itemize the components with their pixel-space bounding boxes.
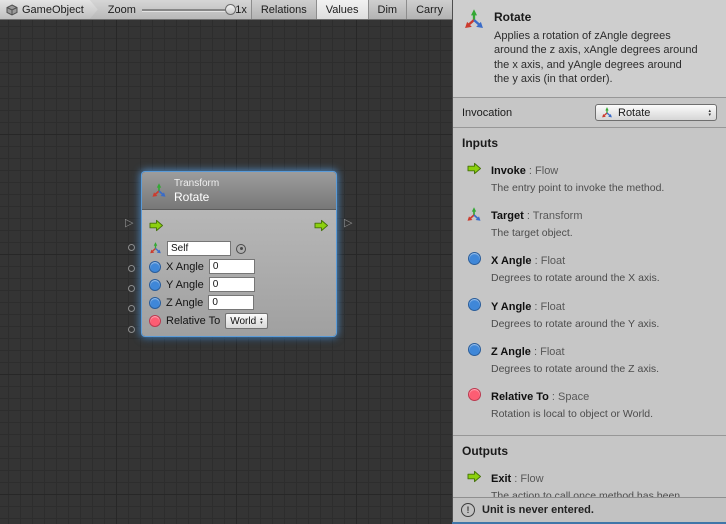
- dropdown-arrows-icon: ▴▾: [260, 317, 263, 325]
- entry-description: The entry point to invoke the method.: [491, 182, 664, 195]
- zoom-slider[interactable]: [140, 0, 231, 19]
- node-body: X Angle Y Angle Z Angle Relative To: [142, 210, 336, 336]
- transform-icon: [463, 9, 485, 31]
- warning-bar: ! Unit is never entered.: [453, 497, 726, 522]
- target-field[interactable]: [167, 241, 231, 256]
- entry-type: Float: [540, 346, 564, 358]
- graph-canvas[interactable]: ▷ ▷ Transform Rotate: [0, 20, 452, 524]
- y-angle-field[interactable]: [209, 277, 255, 292]
- relative-to-label: Relative To: [166, 315, 220, 327]
- invocation-dropdown[interactable]: Rotate ▴▾: [595, 104, 717, 121]
- z-angle-port-icon[interactable]: [149, 297, 161, 309]
- z-angle-label: Z Angle: [166, 297, 203, 309]
- invocation-value: Rotate: [618, 107, 703, 119]
- relative-to-port-icon[interactable]: [149, 315, 161, 327]
- x-angle-port-icon[interactable]: [149, 261, 161, 273]
- entry-description: Degrees to rotate around the Z axis.: [491, 363, 659, 376]
- node-subtitle: Rotate: [174, 190, 219, 204]
- input-entry-target: Target : Transform The target object.: [453, 201, 726, 246]
- entry-type: Space: [558, 391, 589, 403]
- zoom-slider-knob[interactable]: [225, 4, 236, 15]
- input-entry-relative-to: Relative To : Space Rotation is local to…: [453, 382, 726, 427]
- entry-name: Target: [491, 210, 524, 222]
- entry-description: The target object.: [491, 227, 583, 240]
- carry-button[interactable]: Carry: [406, 0, 452, 19]
- outputs-header: Outputs: [453, 435, 726, 464]
- input-entry-x-angle: X Angle : Float Degrees to rotate around…: [453, 246, 726, 291]
- space-port-icon: [468, 388, 481, 401]
- dim-button[interactable]: Dim: [368, 0, 407, 19]
- warning-icon: !: [461, 503, 475, 517]
- entry-name: X Angle: [491, 255, 532, 267]
- input-entry-invoke: Invoke : Flow The entry point to invoke …: [453, 156, 726, 201]
- zoom-slider-track: [142, 9, 229, 11]
- flow-input-marker[interactable]: ▷: [125, 218, 133, 229]
- inspector-description: Applies a rotation of zAngle degrees aro…: [494, 29, 699, 86]
- warning-text: Unit is never entered.: [482, 504, 594, 516]
- x-angle-label: X Angle: [166, 261, 204, 273]
- relative-to-dropdown[interactable]: World ▴▾: [225, 313, 267, 329]
- dropdown-arrows-icon: ▴▾: [708, 109, 711, 117]
- gameobject-icon: [6, 4, 18, 16]
- entry-type: Flow: [535, 165, 558, 177]
- inputs-header: Inputs: [453, 128, 726, 156]
- target-input-marker[interactable]: [128, 244, 135, 251]
- flow-icon: [467, 470, 482, 483]
- breadcrumb-label: GameObject: [22, 4, 84, 16]
- input-entry-y-angle: Y Angle : Float Degrees to rotate around…: [453, 292, 726, 337]
- node-title: Transform: [174, 178, 219, 190]
- node-header[interactable]: Transform Rotate: [142, 172, 336, 210]
- x-angle-input-marker[interactable]: [128, 265, 135, 272]
- z-angle-input-marker[interactable]: [128, 305, 135, 312]
- inspector-panel: Rotate Applies a rotation of zAngle degr…: [452, 0, 726, 522]
- entry-name: Exit: [491, 473, 511, 485]
- exit-port-icon[interactable]: [314, 219, 329, 232]
- entry-type: Float: [541, 255, 565, 267]
- y-angle-port-icon[interactable]: [149, 279, 161, 291]
- entry-type: Transform: [533, 210, 583, 222]
- relative-to-input-marker[interactable]: [128, 326, 135, 333]
- entry-type: Flow: [520, 473, 543, 485]
- float-port-icon: [468, 252, 481, 265]
- zoom-label: Zoom: [108, 4, 136, 16]
- z-angle-field[interactable]: [208, 295, 254, 310]
- invocation-label: Invocation: [462, 107, 512, 119]
- entry-name: Y Angle: [491, 301, 531, 313]
- toolbar-toggle-group: Relations Values Dim Carry: [251, 0, 452, 19]
- y-angle-input-marker[interactable]: [128, 285, 135, 292]
- relative-to-value: World: [230, 316, 256, 327]
- values-button[interactable]: Values: [316, 0, 368, 19]
- float-port-icon: [468, 298, 481, 311]
- input-entry-z-angle: Z Angle : Float Degrees to rotate around…: [453, 337, 726, 382]
- rotate-node[interactable]: Transform Rotate X Angle: [142, 172, 336, 336]
- entry-name: Invoke: [491, 165, 526, 177]
- object-picker-icon[interactable]: [236, 244, 246, 254]
- invocation-row: Invocation Rotate ▴▾: [453, 98, 726, 128]
- transform-icon: [466, 207, 482, 223]
- flow-icon: [467, 162, 482, 175]
- entry-description: Degrees to rotate around the X axis.: [491, 272, 660, 285]
- entry-name: Relative To: [491, 391, 549, 403]
- inspector-title: Rotate: [494, 10, 699, 24]
- entry-description: Degrees to rotate around the Y axis.: [491, 318, 659, 331]
- relations-button[interactable]: Relations: [251, 0, 316, 19]
- flow-output-marker[interactable]: ▷: [344, 218, 352, 229]
- x-angle-field[interactable]: [209, 259, 255, 274]
- graph-toolbar: GameObject Zoom 1x Relations Values Dim …: [0, 0, 452, 20]
- invoke-port-icon[interactable]: [149, 219, 164, 232]
- transform-icon: [601, 107, 613, 119]
- unit-description-panel: Rotate Applies a rotation of zAngle degr…: [453, 0, 726, 98]
- entry-type: Float: [541, 301, 565, 313]
- float-port-icon: [468, 343, 481, 356]
- entry-name: Z Angle: [491, 346, 531, 358]
- y-angle-label: Y Angle: [166, 279, 204, 291]
- transform-icon: [151, 183, 167, 199]
- zoom-value: 1x: [235, 4, 247, 16]
- target-port-icon[interactable]: [149, 242, 162, 255]
- breadcrumb-gameobject[interactable]: GameObject: [0, 0, 98, 19]
- entry-description: Rotation is local to object or World.: [491, 408, 653, 421]
